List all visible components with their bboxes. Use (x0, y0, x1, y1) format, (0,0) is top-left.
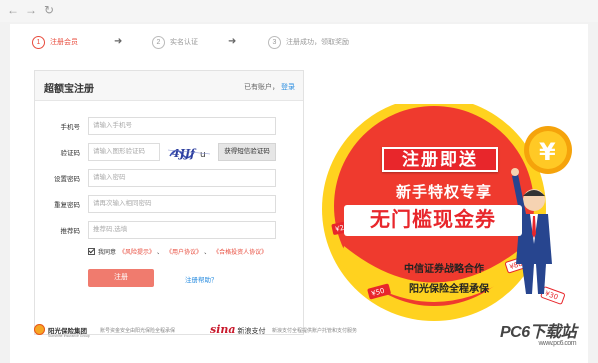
step-register: 1 注册会员 (32, 34, 78, 50)
has-account-text: 已有账户， 登录 (244, 84, 295, 91)
referral-row: 推荐码 推荐码,选填 (35, 221, 303, 239)
captcha-input[interactable]: 请输入图形验证码 (88, 143, 160, 161)
forward-arrow-icon[interactable]: → (24, 3, 38, 17)
user-agreement-link[interactable]: 《用户协议》 (166, 247, 202, 256)
phone-row: 手机号 请输入手机号 (35, 117, 303, 135)
referral-input[interactable]: 推荐码,选填 (88, 221, 276, 239)
register-form: 超额宝注册 已有账户， 登录 手机号 请输入手机号 验证码 请输入图形验证码 4J… (34, 70, 304, 335)
form-header: 超额宝注册 已有账户， 登录 (35, 71, 303, 101)
captcha-label: 验证码 (60, 150, 81, 157)
promo-partner-text: 中信证券战略合作 (404, 264, 484, 275)
register-help-link[interactable]: 注册帮助？ (185, 274, 218, 284)
confirm-password-label: 重复密码 (54, 202, 80, 209)
svg-text:u: u (200, 150, 206, 160)
step-arrow-icon: ➜ (228, 36, 237, 47)
step-arrow-icon: ➜ (114, 36, 123, 47)
login-link[interactable]: 登录 (281, 84, 295, 91)
phone-label: 手机号 (60, 124, 81, 131)
sina-pay-logo: sina 新浪支付 (210, 323, 266, 336)
agreement-row: 我同意 《风险提示》 、 《用户协议》 、 《合格投资人协议》 (88, 247, 267, 256)
captcha-row: 验证码 请输入图形验证码 4JJf u 获得短信验证码 (35, 142, 303, 162)
password-input[interactable]: 请输入密码 (88, 169, 276, 187)
insurance-note: 账号资金安全由阳光保险全程承保 (100, 328, 176, 334)
step-verify: 2 实名认证 (152, 34, 198, 50)
agree-checkbox[interactable] (88, 248, 95, 255)
investor-agreement-link[interactable]: 《合格投资人协议》 (213, 247, 267, 256)
registration-page: 1 注册会员 ➜ 2 实名认证 ➜ 3 注册成功，领取奖励 超额宝注册 已有账户… (10, 24, 588, 363)
back-arrow-icon[interactable]: ← (6, 3, 20, 17)
referral-label: 推荐码 (60, 228, 81, 235)
password-label: 设置密码 (54, 176, 80, 183)
form-title: 超额宝注册 (44, 84, 94, 95)
phone-input[interactable]: 请输入手机号 (88, 117, 276, 135)
get-sms-code-button[interactable]: 获得短信验证码 (218, 143, 276, 161)
gold-coin-icon: ¥ (524, 126, 572, 174)
promo-insurance-text: 阳光保险全程承保 (409, 284, 489, 295)
sun-icon (34, 324, 45, 335)
svg-text:4JJf: 4JJf (172, 147, 197, 160)
promo-title: 注册即送 (382, 147, 498, 172)
register-button[interactable]: 注册 (88, 269, 154, 287)
site-watermark: PC6下载站 www.pc6.com (500, 324, 577, 347)
svg-text:¥: ¥ (539, 138, 556, 166)
confirm-password-input[interactable]: 请再次输入相同密码 (88, 195, 276, 213)
captcha-image[interactable]: 4JJf u (166, 142, 214, 162)
password-row: 设置密码 请输入密码 (35, 169, 303, 187)
reload-icon[interactable]: ↻ (42, 3, 56, 17)
promo-banner[interactable]: ¥20 ¥88 ¥50 ¥30 ¥ 注册即送 新手特权专享 无门槛现金券 中信证… (316, 104, 578, 340)
promo-coupon-text: 无门槛现金券 (344, 205, 522, 236)
confirm-password-row: 重复密码 请再次输入相同密码 (35, 195, 303, 213)
risk-notice-link[interactable]: 《风险提示》 (119, 247, 155, 256)
sunshine-insurance-subtitle: Sunshine Insurance Group (48, 334, 90, 338)
step-success: 3 注册成功，领取奖励 (268, 34, 349, 50)
browser-toolbar: ← → ↻ (0, 0, 598, 22)
promo-newuser-text: 新手特权专享 (395, 184, 492, 201)
